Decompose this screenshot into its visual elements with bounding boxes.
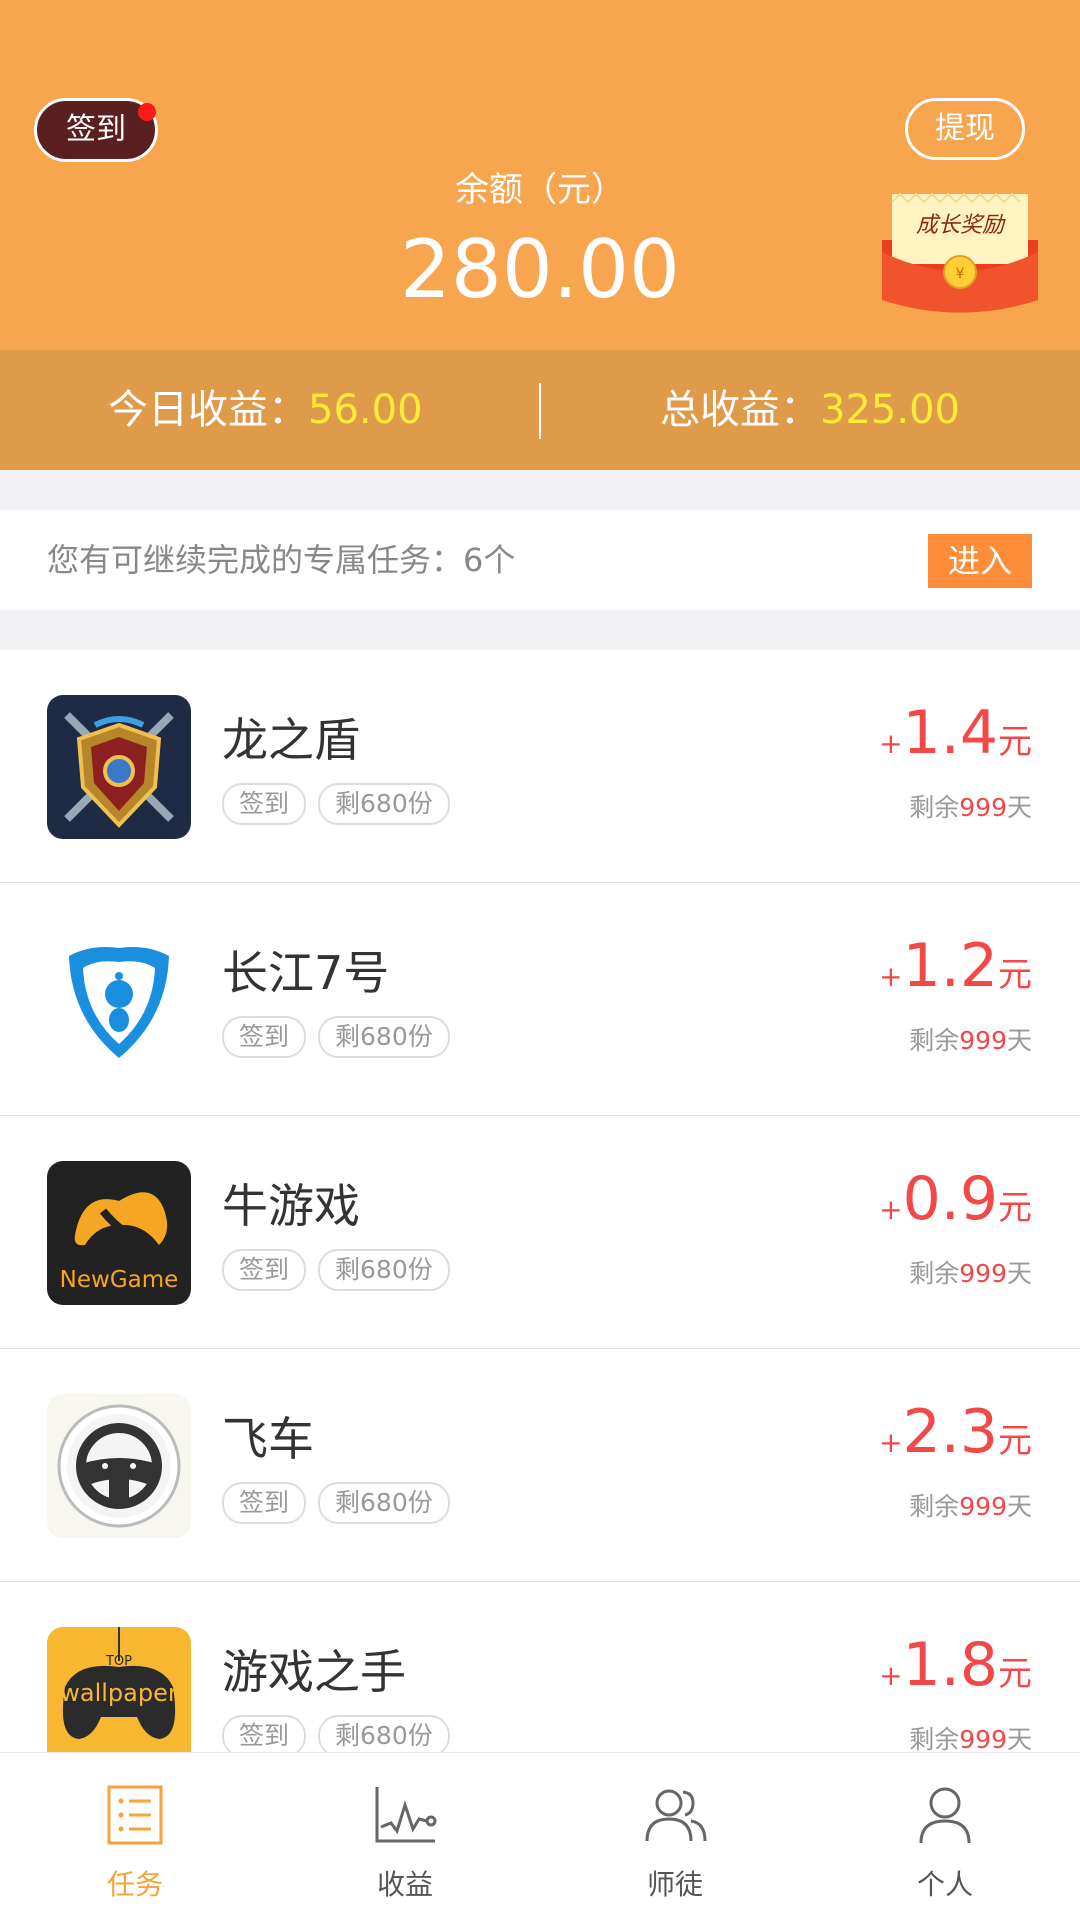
enter-button[interactable]: 进入 [928, 534, 1032, 588]
svg-text:¥: ¥ [956, 266, 965, 282]
task-item[interactable]: 飞车 签到 剩680份 +2.3元 剩余999天 [0, 1349, 1080, 1582]
tab-label: 任务 [106, 1868, 163, 1901]
task-remaining-days: 剩余999天 [909, 1725, 1032, 1754]
task-tag-remaining: 剩680份 [318, 1715, 450, 1757]
task-reward: +1.2元 [879, 931, 1032, 1001]
task-tag-remaining: 剩680份 [318, 1249, 450, 1291]
gamepad-icon: TOP wallpaper [47, 1627, 191, 1771]
today-earnings: 今日收益：56.00 [108, 350, 423, 470]
newgame-icon: NewGame [47, 1161, 191, 1305]
svg-text:NewGame: NewGame [60, 1267, 179, 1293]
tab-label: 师徒 [646, 1868, 703, 1901]
task-tag: 签到 [222, 1482, 307, 1524]
task-reward: +1.4元 [879, 698, 1032, 768]
task-item[interactable]: 长江7号 签到 剩680份 +1.2元 剩余999天 [0, 883, 1080, 1116]
users-icon [645, 1789, 707, 1842]
task-list: 龙之盾 签到 剩680份 +1.4元 剩余999天 长江7号 签到 剩680份 +1… [0, 650, 1080, 1815]
task-name: 长江7号 [222, 946, 390, 1000]
task-item[interactable]: 龙之盾 签到 剩680份 +1.4元 剩余999天 [0, 650, 1080, 883]
svg-text:TOP: TOP [105, 1654, 132, 1669]
blue-shield-icon [47, 928, 191, 1072]
bottom-tab-bar: 任务 收益 师徒 个人 [0, 1752, 1080, 1921]
person-icon [919, 1787, 971, 1844]
chart-icon [375, 1787, 437, 1843]
redpack-text: 成长奖励 [916, 213, 1006, 238]
tab-profile[interactable]: 个人 [810, 1753, 1080, 1921]
task-name: 龙之盾 [222, 713, 360, 767]
total-earnings: 总收益：325.00 [660, 350, 960, 470]
tab-earnings[interactable]: 收益 [270, 1753, 540, 1921]
task-name: 牛游戏 [222, 1179, 360, 1233]
task-tag: 签到 [222, 1016, 307, 1058]
stats-bar: 今日收益：56.00 总收益：325.00 [0, 350, 1080, 470]
task-remaining-days: 剩余999天 [909, 1259, 1032, 1288]
task-name: 游戏之手 [222, 1645, 406, 1699]
task-tag: 签到 [222, 1249, 307, 1291]
task-reward: +0.9元 [879, 1164, 1032, 1234]
tab-label: 收益 [376, 1868, 433, 1901]
total-value: 325.00 [820, 387, 960, 433]
notice-text: 您有可继续完成的专属任务：6个 [47, 541, 516, 579]
divider [539, 383, 541, 439]
task-reward: +2.3元 [879, 1397, 1032, 1467]
exclusive-task-notice: 您有可继续完成的专属任务：6个 进入 [0, 510, 1080, 610]
svg-text:wallpaper: wallpaper [60, 1679, 178, 1707]
task-list-icon [107, 1785, 163, 1845]
today-value: 56.00 [308, 387, 423, 433]
notification-dot [138, 103, 156, 121]
task-tag: 签到 [222, 1715, 307, 1757]
task-remaining-days: 剩余999天 [909, 1492, 1032, 1521]
task-reward: +1.8元 [879, 1630, 1032, 1700]
dragon-shield-icon [47, 695, 191, 839]
task-remaining-days: 剩余999天 [909, 793, 1032, 822]
header: 签到 提现 余额（元） 280.00 ¥ 成长奖励 [0, 0, 1080, 350]
task-item[interactable]: NewGame 牛游戏 签到 剩680份 +0.9元 剩余999天 [0, 1116, 1080, 1349]
steering-wheel-icon [47, 1394, 191, 1538]
tab-label: 个人 [916, 1868, 973, 1901]
withdraw-button[interactable]: 提现 [905, 98, 1025, 160]
task-tag-remaining: 剩680份 [318, 783, 450, 825]
task-name: 飞车 [222, 1412, 314, 1466]
task-tag-remaining: 剩680份 [318, 1482, 450, 1524]
today-label: 今日收益： [108, 387, 308, 433]
task-remaining-days: 剩余999天 [909, 1026, 1032, 1055]
tab-tasks[interactable]: 任务 [0, 1753, 270, 1921]
task-tag: 签到 [222, 783, 307, 825]
task-tag-remaining: 剩680份 [318, 1016, 450, 1058]
tab-mentor[interactable]: 师徒 [540, 1753, 810, 1921]
red-envelope-icon[interactable]: ¥ 成长奖励 [878, 190, 1042, 320]
total-label: 总收益： [660, 387, 820, 433]
